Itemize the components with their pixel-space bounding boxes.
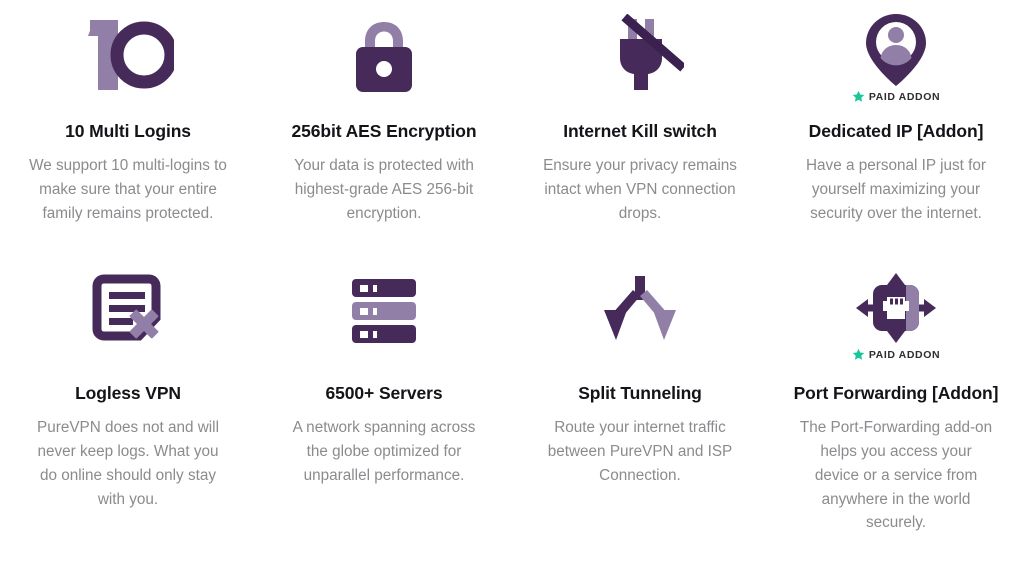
feature-title: Split Tunneling	[578, 383, 702, 403]
feature-description: Have a personal IP just for yourself max…	[806, 157, 986, 222]
feature-title: Port Forwarding [Addon]	[793, 383, 999, 403]
feature-title: 256bit AES Encryption	[291, 121, 477, 141]
split-arrows-icon	[604, 276, 676, 340]
feature-description: Ensure your privacy remains intact when …	[543, 157, 737, 222]
icon-area	[87, 260, 169, 368]
feature-description: A network spanning across the globe opti…	[292, 419, 476, 484]
feature-card-split-tunneling: Split Tunneling Route your internet traf…	[512, 260, 768, 565]
features-grid: 10 Multi Logins We support 10 multi-logi…	[0, 0, 1024, 565]
feature-title: 10 Multi Logins	[65, 121, 191, 141]
icon-area	[344, 0, 424, 108]
feature-card-port-forwarding: PAID ADDON Port Forwarding [Addon] The P…	[768, 260, 1024, 565]
padlock-icon	[356, 22, 412, 92]
feature-card-kill-switch: Internet Kill switch Ensure your privacy…	[512, 0, 768, 260]
feature-description: Route your internet traffic between Pure…	[547, 419, 733, 484]
feature-description: Your data is protected with highest-grad…	[294, 157, 474, 222]
feature-title: 6500+ Servers	[325, 383, 443, 403]
map-pin-user-icon	[866, 14, 926, 86]
feature-card-servers: 6500+ Servers A network spanning across …	[256, 260, 512, 565]
paid-addon-badge: PAID ADDON	[852, 90, 940, 103]
feature-title: Dedicated IP [Addon]	[808, 121, 984, 141]
feature-title: Logless VPN	[75, 383, 181, 403]
feature-description: The Port-Forwarding add-on helps you acc…	[799, 419, 993, 532]
feature-card-dedicated-ip: PAID ADDON Dedicated IP [Addon] Have a p…	[768, 0, 1024, 260]
icon-area	[82, 0, 174, 108]
ten-number-icon	[88, 20, 174, 90]
star-icon	[852, 90, 865, 102]
feature-card-aes-encryption: 256bit AES Encryption Your data is prote…	[256, 0, 512, 260]
feature-description: We support 10 multi-logins to make sure …	[29, 157, 227, 222]
icon-area: PAID ADDON	[852, 0, 940, 108]
paid-addon-label: PAID ADDON	[868, 90, 941, 103]
ethernet-port-arrows-icon	[856, 273, 936, 343]
paid-addon-badge: PAID ADDON	[852, 348, 940, 361]
feature-title: Internet Kill switch	[563, 121, 717, 141]
feature-card-logless-vpn: Logless VPN PureVPN does not and will ne…	[0, 260, 256, 565]
feature-description: PureVPN does not and will never keep log…	[37, 419, 219, 508]
icon-area	[596, 0, 684, 108]
icon-area	[349, 260, 419, 368]
feature-card-multi-logins: 10 Multi Logins We support 10 multi-logi…	[0, 0, 256, 260]
icon-area: PAID ADDON	[852, 260, 940, 368]
paid-addon-label: PAID ADDON	[868, 348, 941, 361]
plug-disconnected-icon	[620, 14, 684, 90]
icon-area	[596, 260, 684, 368]
server-stack-icon	[352, 279, 416, 343]
star-icon	[852, 348, 865, 360]
document-no-logs-icon	[92, 274, 161, 341]
